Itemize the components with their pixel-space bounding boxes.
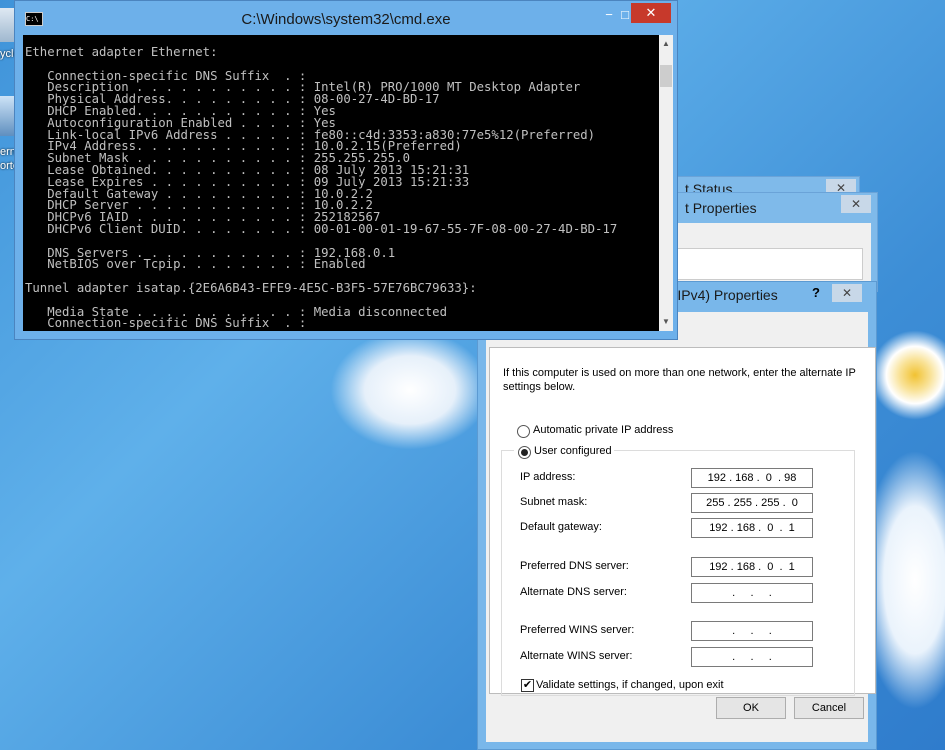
cmd-close-button[interactable]: ✕ (631, 3, 671, 23)
alternate-wins-input[interactable]: . . . (691, 647, 813, 667)
default-gateway-input[interactable]: 192 . 168 . 0 . 1 (691, 518, 813, 538)
alternate-dns-input[interactable]: . . . (691, 583, 813, 603)
alternate-dns-label: Alternate DNS server: (520, 586, 627, 598)
preferred-dns-input[interactable]: 192 . 168 . 0 . 1 (691, 557, 813, 577)
console-line: DHCPv6 Client DUID. . . . . . . . : 00-0… (25, 221, 618, 236)
ip-address-label: IP address: (520, 471, 576, 483)
cancel-button[interactable]: Cancel (794, 697, 864, 719)
subnet-mask-input[interactable]: 255 . 255 . 255 . 0 (691, 493, 813, 513)
desktop-wallpaper-flower (330, 330, 490, 450)
properties-dialog: t Properties ✕ (660, 192, 878, 292)
alternate-config-info-text: If this computer is used on more than on… (503, 367, 856, 393)
properties-dialog-title: t Properties (685, 200, 757, 216)
console-line: Connection-specific DNS Suffix . : (25, 316, 307, 331)
validate-settings-label[interactable]: Validate settings, if changed, upon exit (536, 679, 724, 691)
ipv4-dialog-close-button[interactable]: ✕ (832, 284, 862, 302)
desktop-wallpaper-flower (870, 330, 945, 420)
ipv4-dialog-body: If this computer is used on more than on… (486, 312, 876, 742)
console-line: NetBIOS over Tcpip. . . . . . . . : Enab… (25, 257, 366, 272)
ok-button[interactable]: OK (716, 697, 786, 719)
properties-dialog-field (669, 248, 863, 280)
user-configured-label[interactable]: User configured (534, 445, 612, 457)
help-button[interactable]: ? (812, 285, 820, 300)
preferred-dns-label: Preferred DNS server: (520, 560, 629, 572)
properties-dialog-close-button[interactable]: ✕ (841, 195, 871, 213)
cmd-window: C:\ C:\Windows\system32\cmd.exe − □ ✕ Et… (14, 0, 678, 340)
scroll-up-arrow-icon[interactable]: ▲ (659, 37, 673, 51)
default-gateway-label: Default gateway: (520, 521, 602, 533)
automatic-private-ip-radio[interactable] (517, 425, 530, 438)
properties-dialog-body (669, 223, 871, 289)
preferred-wins-input[interactable]: . . . (691, 621, 813, 641)
ipv4-properties-dialog: CP/IPv4) Properties ? ✕ If this computer… (477, 281, 877, 750)
cmd-window-title: C:\Windows\system32\cmd.exe (241, 11, 451, 28)
cmd-console-output[interactable]: Ethernet adapter Ethernet: Connection-sp… (23, 35, 659, 331)
user-configured-radio[interactable] (518, 446, 531, 459)
console-line: Ethernet adapter Ethernet: (25, 45, 218, 59)
validate-settings-checkbox[interactable]: ✔ (521, 679, 534, 692)
alternate-configuration-panel: If this computer is used on more than on… (489, 347, 876, 696)
cmd-vertical-scrollbar[interactable]: ▲ ▼ (659, 35, 673, 331)
subnet-mask-label: Subnet mask: (520, 496, 588, 508)
console-line: Tunnel adapter isatap.{2E6A6B43-EFE9-4E5… (25, 280, 477, 295)
alternate-wins-label: Alternate WINS server: (520, 650, 633, 662)
preferred-wins-label: Preferred WINS server: (520, 624, 635, 636)
scrollbar-thumb[interactable] (660, 65, 672, 87)
scroll-down-arrow-icon[interactable]: ▼ (659, 315, 673, 329)
console-text: Ethernet adapter Ethernet: Connection-sp… (23, 35, 659, 330)
automatic-private-ip-label[interactable]: Automatic private IP address (533, 424, 673, 436)
cmd-title-bar[interactable]: C:\ C:\Windows\system32\cmd.exe − □ ✕ (15, 1, 677, 35)
ip-address-input[interactable]: 192 . 168 . 0 . 98 (691, 468, 813, 488)
